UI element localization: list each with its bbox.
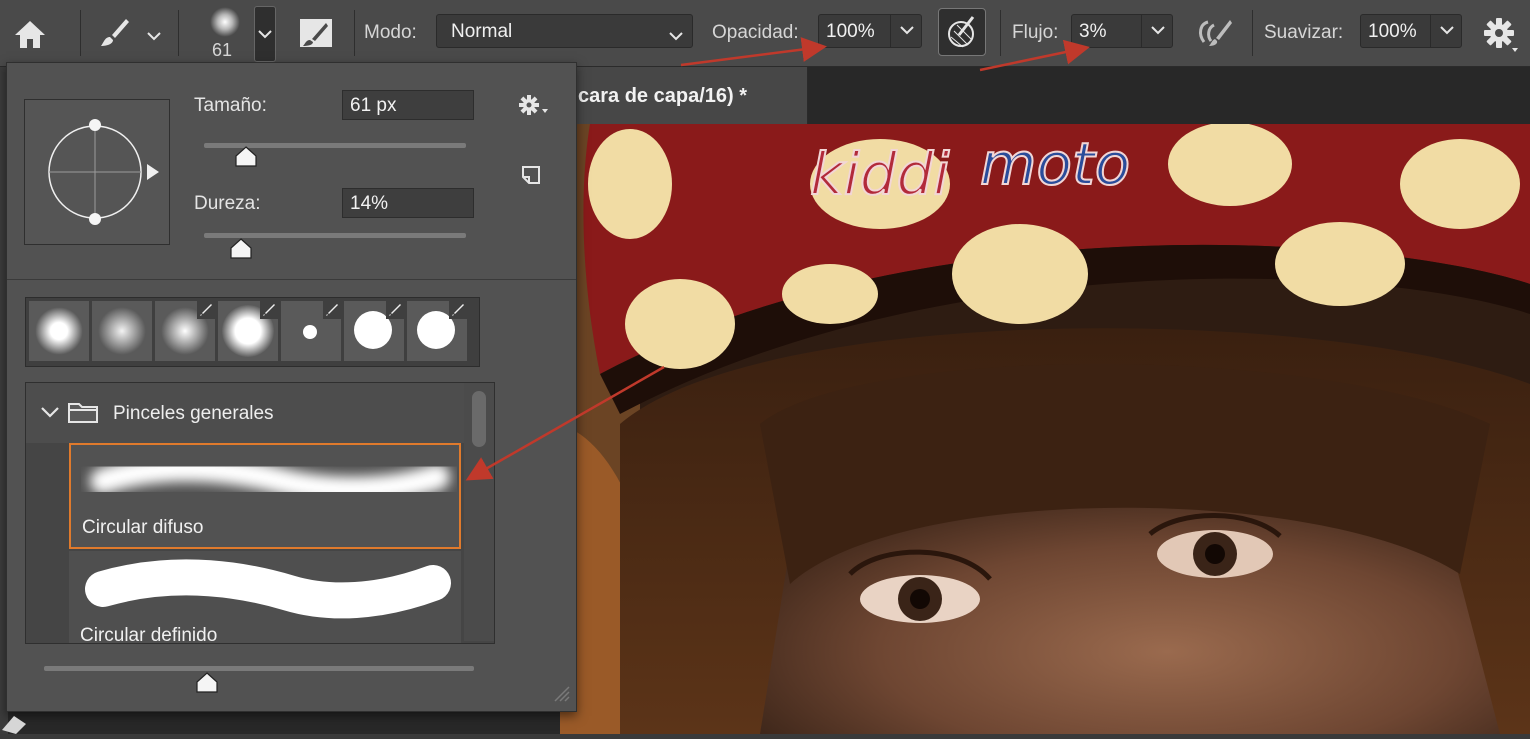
annotation-arrows xyxy=(465,37,1090,481)
annotation-arrow-brush xyxy=(465,365,665,481)
annotation-arrow-flow xyxy=(979,39,1090,72)
annotation-arrow-opacity xyxy=(680,37,827,67)
eraser-icon[interactable] xyxy=(0,712,30,734)
